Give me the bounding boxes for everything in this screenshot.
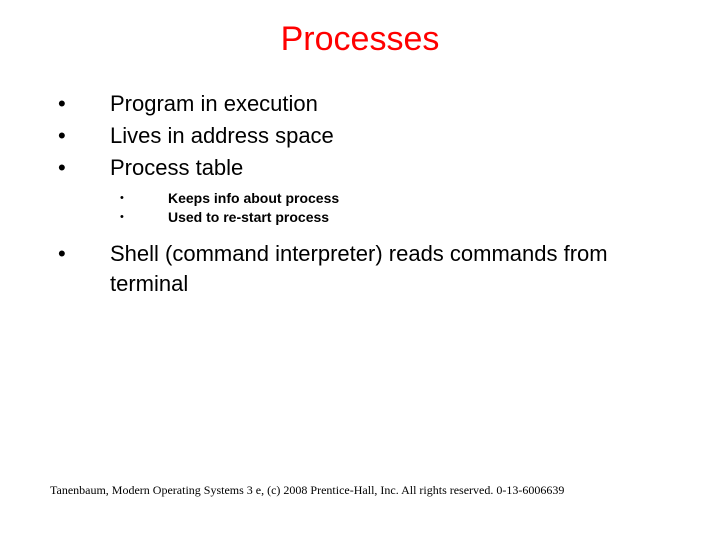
bullet-item: • Shell (command interpreter) reads comm… — [50, 239, 670, 299]
bullet-text: Shell (command interpreter) reads comman… — [110, 239, 670, 299]
bullet-item: • Process table — [50, 153, 670, 183]
footer-citation: Tanenbaum, Modern Operating Systems 3 e,… — [50, 483, 670, 498]
sub-bullet-item: • Keeps info about process — [50, 189, 670, 208]
slide-title: Processes — [50, 20, 670, 59]
sub-bullet-text: Keeps info about process — [168, 189, 339, 208]
bullet-text: Lives in address space — [110, 121, 334, 151]
bullet-text: Program in execution — [110, 89, 318, 119]
slide: Processes • Program in execution • Lives… — [0, 0, 720, 540]
sub-bullet-group: • Keeps info about process • Used to re-… — [50, 189, 670, 227]
bullet-icon: • — [50, 239, 110, 269]
bullet-icon: • — [50, 121, 110, 151]
bullet-item: • Lives in address space — [50, 121, 670, 151]
bullet-item: • Program in execution — [50, 89, 670, 119]
bullet-icon: • — [50, 89, 110, 119]
bullet-text: Process table — [110, 153, 243, 183]
bullet-icon: • — [50, 208, 168, 227]
sub-bullet-item: • Used to re-start process — [50, 208, 670, 227]
sub-bullet-text: Used to re-start process — [168, 208, 329, 227]
bullet-icon: • — [50, 189, 168, 208]
bullet-icon: • — [50, 153, 110, 183]
